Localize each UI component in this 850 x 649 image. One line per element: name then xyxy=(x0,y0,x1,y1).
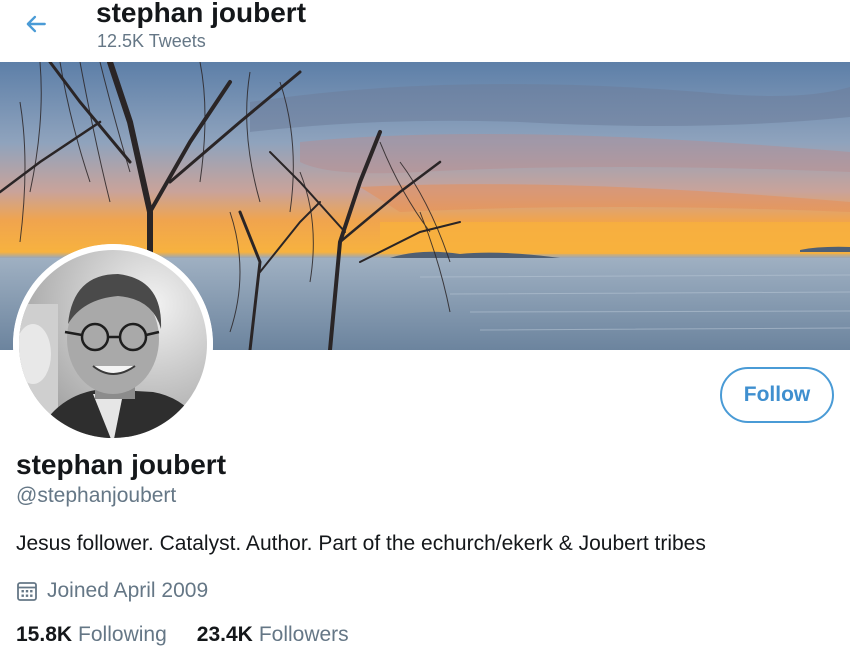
tweet-count: 12.5K Tweets xyxy=(97,31,206,51)
following-link[interactable]: 15.8K Following xyxy=(16,623,167,647)
followers-link[interactable]: 23.4K Followers xyxy=(197,623,349,647)
joined-date: Joined April 2009 xyxy=(16,577,208,605)
profile-photo-image xyxy=(13,244,213,444)
follow-button[interactable]: Follow xyxy=(720,367,834,423)
arrow-left-icon xyxy=(26,15,46,33)
profile-name: stephan joubert xyxy=(16,449,227,480)
following-count: 15.8K xyxy=(16,623,73,646)
followers-label: Followers xyxy=(258,623,349,646)
back-button[interactable] xyxy=(18,6,54,42)
header-title: stephan joubert xyxy=(96,0,307,28)
profile-page: stephan joubert 12.5K Tweets Follow step… xyxy=(0,0,850,649)
top-header: stephan joubert 12.5K Tweets xyxy=(0,0,850,62)
followers-count: 23.4K xyxy=(196,623,253,646)
profile-bio: Jesus follower. Catalyst. Author. Part o… xyxy=(16,532,706,555)
profile-handle: @stephanjoubert xyxy=(16,484,177,507)
follow-stats: 15.8K Following 23.4K Followers xyxy=(16,623,379,647)
following-label: Following xyxy=(78,623,167,646)
calendar-icon xyxy=(16,580,38,602)
joined-text: Joined April 2009 xyxy=(47,579,209,602)
avatar[interactable] xyxy=(13,244,213,444)
